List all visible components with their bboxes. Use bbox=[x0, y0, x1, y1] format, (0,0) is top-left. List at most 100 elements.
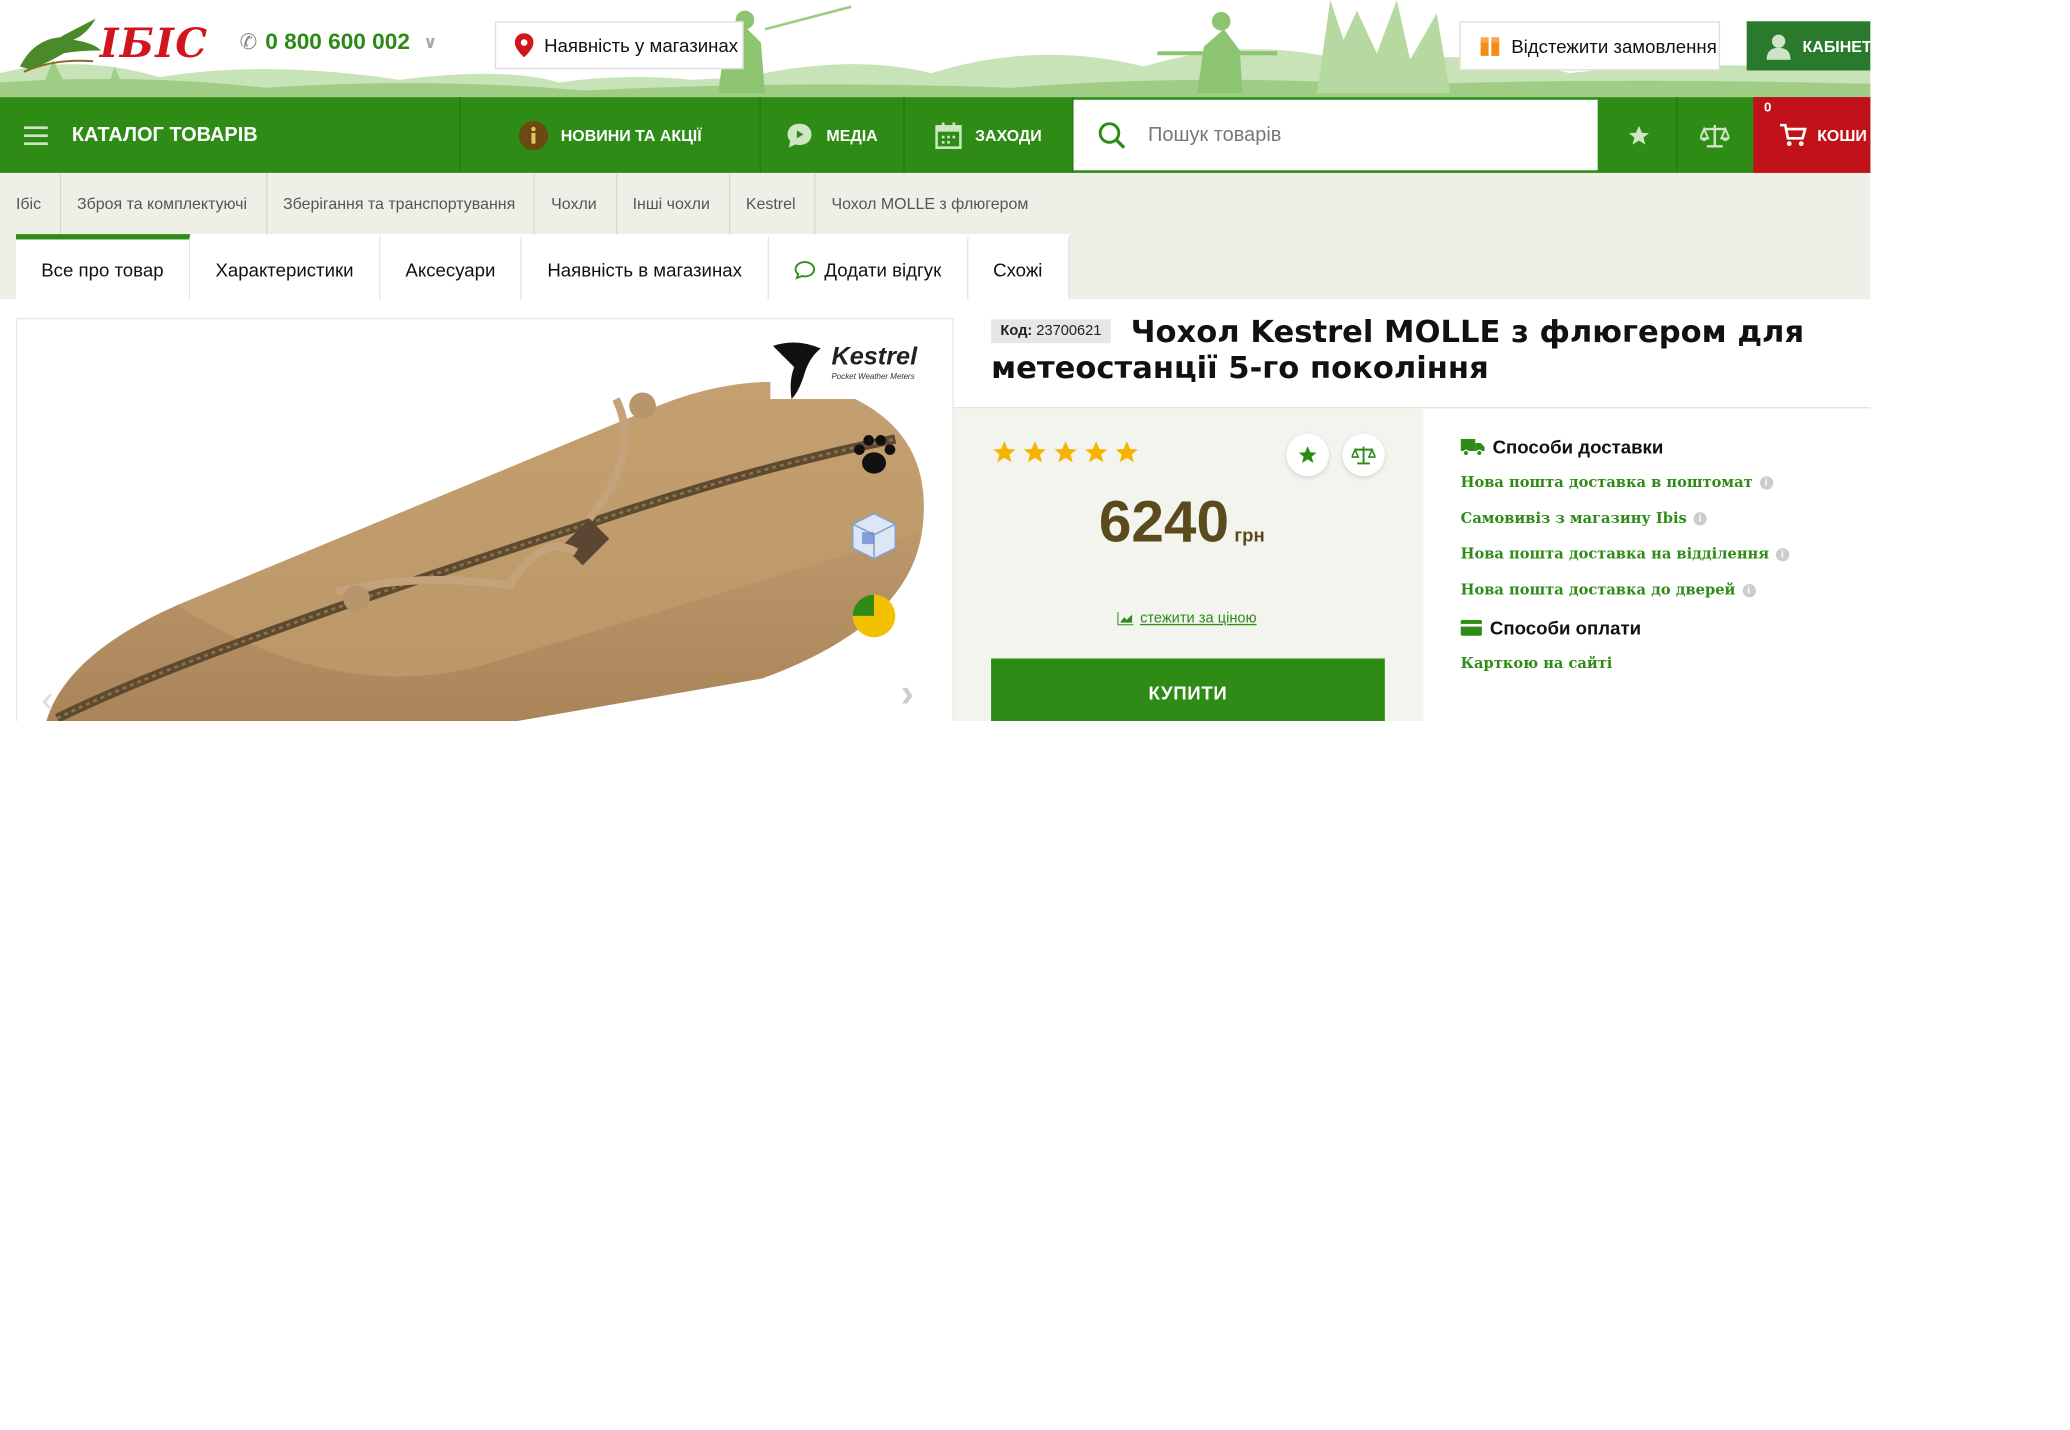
tab-add-review-label: Додати відгук bbox=[824, 258, 942, 281]
brand-name: Kestrel bbox=[831, 343, 918, 372]
comment-icon bbox=[794, 260, 815, 279]
scales-icon bbox=[1700, 124, 1730, 147]
chart-icon bbox=[1117, 611, 1134, 626]
favorites-button[interactable] bbox=[1600, 97, 1678, 173]
waterproof-cube-icon bbox=[851, 512, 897, 560]
breadcrumb-item[interactable]: Зброя та комплектуючі bbox=[61, 172, 267, 235]
catalog-menu-button[interactable]: КАТАЛОГ ТОВАРІВ bbox=[0, 97, 461, 173]
payment-option[interactable]: Карткою на сайті bbox=[1461, 655, 1860, 672]
breadcrumb-item[interactable]: Інші чохли bbox=[617, 172, 730, 235]
breadcrumb-item[interactable]: Зберігання та транспортування bbox=[267, 172, 536, 235]
breadcrumb-item[interactable]: Чохли bbox=[535, 172, 617, 235]
payment-option-label: Карткою на сайті bbox=[1460, 654, 1613, 672]
tab-store-availability[interactable]: Наявність в магазинах bbox=[522, 234, 769, 300]
payment-title-label: Способи оплати bbox=[1489, 617, 1642, 639]
delivery-payment-info: Способи доставки Нова пошта доставка в п… bbox=[1460, 436, 1860, 690]
delivery-option-label: Нова пошта доставка в поштомат bbox=[1460, 473, 1753, 491]
user-icon bbox=[1766, 33, 1791, 60]
nav-news-label: НОВИНИ ТА АКЦІЇ bbox=[560, 125, 702, 145]
pie-feature-icon bbox=[852, 594, 896, 638]
store-availability-label: Наявність у магазинах bbox=[544, 34, 739, 56]
info-icon[interactable]: i bbox=[1693, 511, 1707, 525]
gallery-prev-icon[interactable]: ‹ bbox=[41, 678, 53, 721]
delivery-option-label: Нова пошта доставка на відділення bbox=[1460, 545, 1770, 563]
track-order-button[interactable]: Відстежити замовлення bbox=[1459, 21, 1721, 71]
gallery-next-icon[interactable]: › bbox=[901, 672, 914, 717]
compare-button[interactable] bbox=[1676, 97, 1753, 173]
delivery-option[interactable]: Нова пошта доставка на відділення i bbox=[1460, 545, 1860, 563]
breadcrumb-item[interactable]: Kestrel bbox=[730, 172, 816, 235]
rating-star-icon[interactable] bbox=[991, 439, 1018, 466]
cart-label: КОШИ bbox=[1817, 125, 1867, 145]
scales-icon bbox=[1351, 446, 1376, 465]
nav-events[interactable]: ЗАХОДИ bbox=[905, 97, 1074, 173]
phone-text: 0 800 600 002 bbox=[265, 29, 410, 55]
nav-media-label: МЕДІА bbox=[826, 125, 878, 145]
cart-button[interactable]: 0 КОШИ bbox=[1753, 97, 1871, 173]
top-header: IБIC ✆ 0 800 600 002 ∨ Наявність у магаз… bbox=[0, 0, 1871, 98]
phone-number[interactable]: ✆ 0 800 600 002 ∨ bbox=[239, 29, 437, 56]
star-icon bbox=[1298, 446, 1317, 463]
truck-icon bbox=[1460, 438, 1485, 457]
cabinet-button[interactable]: КАБІНЕТ bbox=[1746, 21, 1871, 71]
chevron-down-icon: ∨ bbox=[423, 31, 438, 52]
phone-icon: ✆ bbox=[239, 31, 258, 55]
buy-button[interactable]: КУПИТИ bbox=[991, 658, 1385, 722]
chat-bubble-icon bbox=[787, 123, 812, 147]
product-code-value: 23700621 bbox=[1036, 323, 1102, 340]
watch-price-link[interactable]: стежити за ціною bbox=[1117, 610, 1257, 627]
tab-accessories[interactable]: Аксесуари bbox=[380, 234, 523, 300]
delivery-title-label: Способи доставки bbox=[1492, 436, 1664, 458]
page-viewport: IБIC ✆ 0 800 600 002 ∨ Наявність у магаз… bbox=[0, 0, 1871, 722]
payment-title: Способи оплати bbox=[1460, 617, 1860, 639]
package-icon bbox=[1480, 36, 1500, 56]
rating-star-icon[interactable] bbox=[1052, 439, 1079, 466]
rating-star-icon[interactable] bbox=[1113, 439, 1140, 466]
brand-tagline: Pocket Weather Meters bbox=[831, 373, 915, 382]
delivery-option[interactable]: Самовивіз з магазину Ibis i bbox=[1461, 510, 1860, 527]
product-price: 6240 грн bbox=[1099, 490, 1265, 557]
nav-events-label: ЗАХОДИ bbox=[974, 125, 1042, 145]
rating-star-icon[interactable] bbox=[1083, 439, 1110, 466]
product-gallery[interactable]: Kestrel Pocket Weather Meters ‹ › bbox=[15, 317, 954, 722]
info-icon[interactable]: i bbox=[1759, 475, 1773, 489]
cabinet-label: КАБІНЕТ bbox=[1802, 36, 1871, 56]
catalog-label: КАТАЛОГ ТОВАРІВ bbox=[71, 123, 258, 147]
ibis-bird-icon bbox=[19, 18, 102, 73]
tab-similar[interactable]: Схожі bbox=[967, 234, 1070, 300]
tab-characteristics[interactable]: Характеристики bbox=[190, 234, 381, 300]
cart-icon bbox=[1779, 123, 1807, 146]
nav-news[interactable]: НОВИНИ ТА АКЦІЇ bbox=[460, 97, 761, 173]
store-availability-button[interactable]: Наявність у магазинах bbox=[494, 21, 744, 70]
track-order-label: Відстежити замовлення bbox=[1511, 35, 1717, 57]
delivery-option[interactable]: Нова пошта доставка в поштомат i bbox=[1461, 474, 1860, 491]
watch-price-label: стежити за ціною bbox=[1140, 610, 1257, 627]
breadcrumb-item[interactable]: Ібіс bbox=[0, 172, 62, 235]
rating-star-icon[interactable] bbox=[1022, 439, 1049, 466]
nav-media[interactable]: МЕДІА bbox=[761, 97, 905, 173]
hamburger-icon bbox=[23, 125, 48, 145]
calendar-icon bbox=[935, 121, 962, 149]
price-value: 6240 bbox=[1098, 489, 1230, 555]
info-icon[interactable]: i bbox=[1775, 547, 1790, 561]
add-to-compare-button[interactable] bbox=[1342, 433, 1385, 477]
logo-text[interactable]: IБIC bbox=[100, 21, 209, 68]
tab-all-about[interactable]: Все про товар bbox=[15, 234, 191, 300]
breadcrumb: Ібіс Зброя та комплектуючі Зберігання та… bbox=[0, 172, 1871, 235]
search-icon[interactable] bbox=[1097, 120, 1126, 149]
breadcrumb-current: Чохол MOLLE з флюгером bbox=[831, 194, 1029, 213]
delivery-option[interactable]: Нова пошта доставка до дверей i bbox=[1460, 581, 1860, 599]
delivery-option-label: Нова пошта доставка до дверей bbox=[1460, 581, 1736, 599]
search-input[interactable] bbox=[1145, 122, 1550, 148]
price-currency: грн bbox=[1234, 524, 1265, 546]
star-icon bbox=[1628, 125, 1649, 145]
add-to-favorites-button[interactable] bbox=[1286, 433, 1329, 477]
product-tabs: Все про товар Характеристики Аксесуари Н… bbox=[15, 234, 1070, 300]
brand-logo: Kestrel Pocket Weather Meters bbox=[770, 329, 941, 400]
rating-stars[interactable] bbox=[991, 439, 1140, 466]
tab-add-review[interactable]: Додати відгук bbox=[768, 234, 968, 300]
product-code: Код: 23700621 bbox=[991, 319, 1111, 344]
product-code-label: Код: bbox=[1000, 323, 1033, 340]
info-icon[interactable]: i bbox=[1742, 583, 1756, 597]
location-pin-icon bbox=[514, 33, 534, 58]
